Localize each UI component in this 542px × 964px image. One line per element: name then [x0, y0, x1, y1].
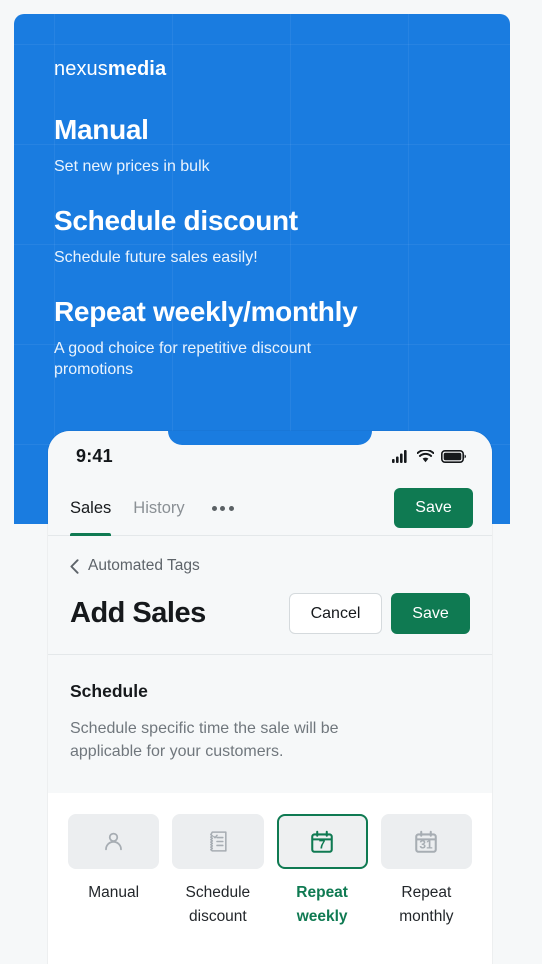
schedule-section-title: Schedule	[70, 681, 148, 701]
option-icon-box: 7	[276, 814, 368, 870]
chevron-left-icon	[70, 558, 79, 574]
calendar-7-icon: 7	[311, 830, 333, 853]
breadcrumb-label: Automated Tags	[88, 557, 200, 574]
svg-text:7: 7	[319, 838, 326, 852]
ellipsis-icon[interactable]	[196, 481, 250, 535]
phone-notch	[168, 431, 372, 445]
option-icon-box: 31	[380, 814, 472, 870]
brand-logo: nexusmedia	[54, 58, 470, 81]
hero-block-manual: Manual Set new prices in bulk	[54, 114, 470, 178]
cancel-button[interactable]: Cancel	[289, 593, 382, 634]
brand-logo-light: nexus	[54, 58, 108, 80]
svg-text:31: 31	[420, 838, 434, 852]
hero-heading: Manual	[54, 114, 149, 145]
schedule-section-description: Schedule specific time the sale will be …	[70, 720, 339, 761]
breadcrumb[interactable]: Automated Tags	[70, 557, 470, 575]
brand-logo-bold: media	[107, 58, 167, 80]
receipt-list-icon	[210, 831, 227, 853]
save-button[interactable]: Save	[391, 593, 470, 634]
option-schedule-discount[interactable]: Schedule discount	[172, 814, 264, 928]
option-label: Repeat monthly	[399, 884, 454, 925]
tab-label: History	[133, 498, 185, 517]
tab-label: Sales	[70, 498, 112, 517]
hero-description: Schedule future sales easily!	[54, 248, 258, 266]
hero-block-schedule-discount: Schedule discount Schedule future sales …	[54, 205, 470, 269]
hero-description: A good choice for repetitive discount pr…	[54, 339, 312, 379]
option-repeat-weekly[interactable]: 7 Repeat weekly	[276, 814, 368, 928]
page-header: Automated Tags Add Sales Cancel Save	[48, 536, 492, 655]
hero-block-repeat: Repeat weekly/monthly A good choice for …	[54, 296, 470, 381]
option-label: Schedule discount	[185, 884, 251, 925]
option-label: Repeat weekly	[296, 884, 348, 925]
tab-bar-spacer	[250, 481, 394, 535]
tab-history[interactable]: History	[122, 481, 195, 535]
wifi-icon	[417, 449, 434, 462]
screenshot-root: nexusmedia Manual Set new prices in bulk…	[0, 0, 542, 964]
option-icon-box	[172, 814, 264, 870]
person-icon	[105, 833, 123, 851]
hero-description: Set new prices in bulk	[54, 158, 210, 176]
tab-sales[interactable]: Sales	[70, 481, 122, 536]
option-label: Manual	[88, 884, 140, 902]
hero-heading: Schedule discount	[54, 204, 298, 236]
option-repeat-monthly[interactable]: 31 Repeat monthly	[380, 814, 472, 928]
page-title: Add Sales	[70, 597, 206, 629]
tabbar-save-button[interactable]: Save	[394, 488, 473, 528]
option-icon-box	[68, 814, 160, 870]
status-bar-time: 9:41	[76, 445, 113, 466]
option-manual[interactable]: Manual	[68, 814, 160, 928]
cellular-signal-icon	[392, 449, 407, 463]
hero-heading: Repeat weekly/monthly	[54, 295, 358, 327]
schedule-options: Manual Schedule discount 7 Repeat weekly…	[48, 793, 492, 928]
battery-icon	[441, 449, 466, 463]
tab-bar: Sales History Save	[48, 481, 492, 536]
phone-mockup: 9:41 Sales History Save Automated Tags A…	[48, 431, 492, 964]
schedule-section: Schedule Schedule specific time the sale…	[48, 655, 492, 794]
calendar-31-icon: 31	[415, 830, 438, 853]
